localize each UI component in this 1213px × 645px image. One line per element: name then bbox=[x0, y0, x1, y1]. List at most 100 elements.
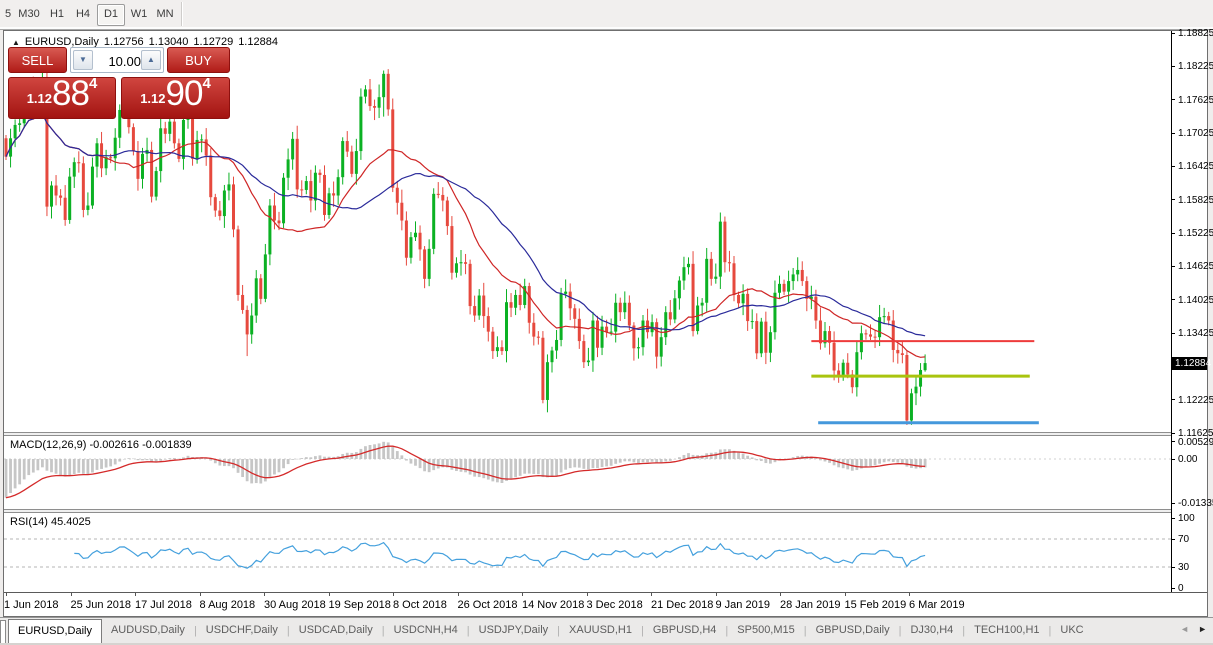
ohlc-close: 1.12884 bbox=[238, 36, 278, 48]
toolbar-separator bbox=[181, 2, 182, 26]
tab-tech100-h1[interactable]: TECH100,H1 bbox=[965, 619, 1048, 642]
date-tick-label: 30 Aug 2018 bbox=[264, 599, 326, 611]
macd-tick-label: -0.013353 bbox=[1178, 498, 1213, 509]
macd-pane[interactable]: MACD(12,26,9) -0.002616 -0.001839 bbox=[4, 436, 1171, 509]
tab-usdjpy-daily[interactable]: USDJPY,Daily bbox=[470, 619, 558, 642]
timeframe-button-h1[interactable]: H1 bbox=[46, 4, 68, 24]
price-tick-label: 1.14025 bbox=[1178, 295, 1213, 306]
date-tick-label: 21 Dec 2018 bbox=[651, 599, 713, 611]
tabs-row: EURUSD,DailyAUDUSD,Daily|USDCHF,Daily|US… bbox=[8, 618, 1093, 643]
rsi-pane[interactable]: RSI(14) 45.4025 bbox=[4, 513, 1171, 592]
rsi-tick-label: 100 bbox=[1178, 513, 1195, 524]
date-tick bbox=[780, 593, 781, 596]
price-tick-label: 1.16425 bbox=[1178, 161, 1213, 172]
tab-usdchf-daily[interactable]: USDCHF,Daily bbox=[197, 619, 287, 642]
buy-button[interactable]: BUY bbox=[167, 47, 230, 73]
rsi-tick bbox=[1172, 567, 1175, 568]
price-tick bbox=[1172, 199, 1175, 200]
date-tick bbox=[264, 593, 265, 596]
date-tick bbox=[393, 593, 394, 596]
volume-increase-icon[interactable]: ▲ bbox=[141, 50, 161, 70]
price-tick-label: 1.17025 bbox=[1178, 128, 1213, 139]
chart-window: ▲EURUSD,Daily1.127561.130401.127291.1288… bbox=[3, 30, 1208, 617]
price-tick bbox=[1172, 99, 1175, 100]
timeframe-button-h4[interactable]: H4 bbox=[72, 4, 94, 24]
price-tick-label: 1.15225 bbox=[1178, 228, 1213, 239]
date-tick bbox=[458, 593, 459, 596]
timeframe-button-mn[interactable]: MN bbox=[153, 4, 177, 24]
date-tick-label: 3 Dec 2018 bbox=[587, 599, 643, 611]
buy-price-pips: 90 bbox=[166, 74, 203, 113]
main-chart-pane[interactable]: ▲EURUSD,Daily1.127561.130401.127291.1288… bbox=[4, 31, 1171, 432]
price-tick-label: 1.15825 bbox=[1178, 195, 1213, 206]
rsi-tick bbox=[1172, 588, 1175, 589]
date-tick bbox=[200, 593, 201, 596]
date-tick bbox=[845, 593, 846, 596]
macd-tick bbox=[1172, 441, 1175, 442]
date-tick bbox=[522, 593, 523, 596]
price-tick-label: 1.12225 bbox=[1178, 395, 1213, 406]
sell-button[interactable]: SELL bbox=[8, 47, 67, 73]
macd-tick bbox=[1172, 503, 1175, 504]
sell-price-button[interactable]: 1.12884 bbox=[8, 77, 116, 119]
buy-price-base: 1.12 bbox=[140, 91, 165, 106]
date-tick-label: 6 Mar 2019 bbox=[909, 599, 965, 611]
volume-input[interactable] bbox=[95, 48, 143, 74]
date-tick bbox=[329, 593, 330, 596]
tab-eurusd-daily[interactable]: EURUSD,Daily bbox=[8, 619, 102, 644]
buy-price-pipette: 4 bbox=[202, 75, 210, 92]
date-tick-label: 8 Aug 2018 bbox=[200, 599, 256, 611]
tab-audusd-daily[interactable]: AUDUSD,Daily bbox=[102, 619, 194, 642]
one-click-trading-panel: SELL ▼ ▲ BUY 1.12884 1.12904 bbox=[8, 47, 230, 144]
timeframe-button-w1[interactable]: W1 bbox=[128, 4, 150, 24]
buy-price-button[interactable]: 1.12904 bbox=[121, 77, 230, 119]
tab-ukc[interactable]: UKC bbox=[1051, 619, 1092, 642]
date-tick-label: 26 Oct 2018 bbox=[458, 599, 518, 611]
volume-decrease-icon[interactable]: ▼ bbox=[73, 50, 93, 70]
rsi-canvas[interactable] bbox=[4, 513, 1171, 592]
timeframe-button-d1[interactable]: D1 bbox=[97, 4, 125, 26]
date-tick bbox=[71, 593, 72, 596]
date-tick bbox=[135, 593, 136, 596]
date-tick bbox=[587, 593, 588, 596]
rsi-tick-label: 30 bbox=[1178, 562, 1189, 573]
tab-gbpusd-daily[interactable]: GBPUSD,Daily bbox=[807, 619, 899, 642]
tab-xauusd-h1[interactable]: XAUUSD,H1 bbox=[560, 619, 641, 642]
price-tick bbox=[1172, 33, 1175, 34]
price-tick bbox=[1172, 266, 1175, 267]
price-axis: 1.12884 1.188251.182251.176251.170251.16… bbox=[1172, 31, 1207, 592]
price-tick bbox=[1172, 333, 1175, 334]
tab-stub bbox=[0, 620, 6, 643]
date-tick bbox=[716, 593, 717, 596]
date-tick-label: 17 Jul 2018 bbox=[135, 599, 192, 611]
time-axis: 1 Jun 201825 Jun 201817 Jul 20188 Aug 20… bbox=[4, 592, 1207, 616]
price-tick bbox=[1172, 433, 1175, 434]
scroll-tabs-right-icon[interactable]: ► bbox=[1198, 624, 1207, 634]
date-tick-label: 9 Jan 2019 bbox=[716, 599, 770, 611]
price-tick-label: 1.18225 bbox=[1178, 61, 1213, 72]
timeframe-button-5[interactable]: 5 bbox=[2, 4, 14, 24]
macd-tick-label: 0.00 bbox=[1178, 454, 1197, 465]
price-tick bbox=[1172, 166, 1175, 167]
volume-spinner: ▼ ▲ bbox=[70, 47, 164, 73]
tab-gbpusd-h4[interactable]: GBPUSD,H4 bbox=[644, 619, 726, 642]
sell-price-base: 1.12 bbox=[27, 91, 52, 106]
price-tick-label: 1.13425 bbox=[1178, 328, 1213, 339]
rsi-tick-label: 70 bbox=[1178, 534, 1189, 545]
rsi-tick bbox=[1172, 518, 1175, 519]
tab-sp500-m15[interactable]: SP500,M15 bbox=[728, 619, 803, 642]
timeframe-button-m30[interactable]: M30 bbox=[16, 4, 42, 24]
collapse-arrow-icon[interactable]: ▲ bbox=[12, 38, 20, 47]
timeframe-toolbar: 5M30H1H4D1W1MN bbox=[0, 0, 1213, 30]
date-tick-label: 8 Oct 2018 bbox=[393, 599, 447, 611]
date-tick bbox=[651, 593, 652, 596]
price-tick bbox=[1172, 299, 1175, 300]
tab-dj30-h4[interactable]: DJ30,H4 bbox=[901, 619, 962, 642]
mt4-app: 5M30H1H4D1W1MN ▲EURUSD,Daily1.127561.130… bbox=[0, 0, 1213, 645]
date-tick-label: 15 Feb 2019 bbox=[845, 599, 907, 611]
tab-usdcnh-h4[interactable]: USDCNH,H4 bbox=[385, 619, 467, 642]
price-tick-label: 1.14625 bbox=[1178, 261, 1213, 272]
macd-tick bbox=[1172, 459, 1175, 460]
tab-usdcad-daily[interactable]: USDCAD,Daily bbox=[290, 619, 382, 642]
scroll-tabs-left-icon[interactable]: ◄ bbox=[1180, 624, 1189, 634]
